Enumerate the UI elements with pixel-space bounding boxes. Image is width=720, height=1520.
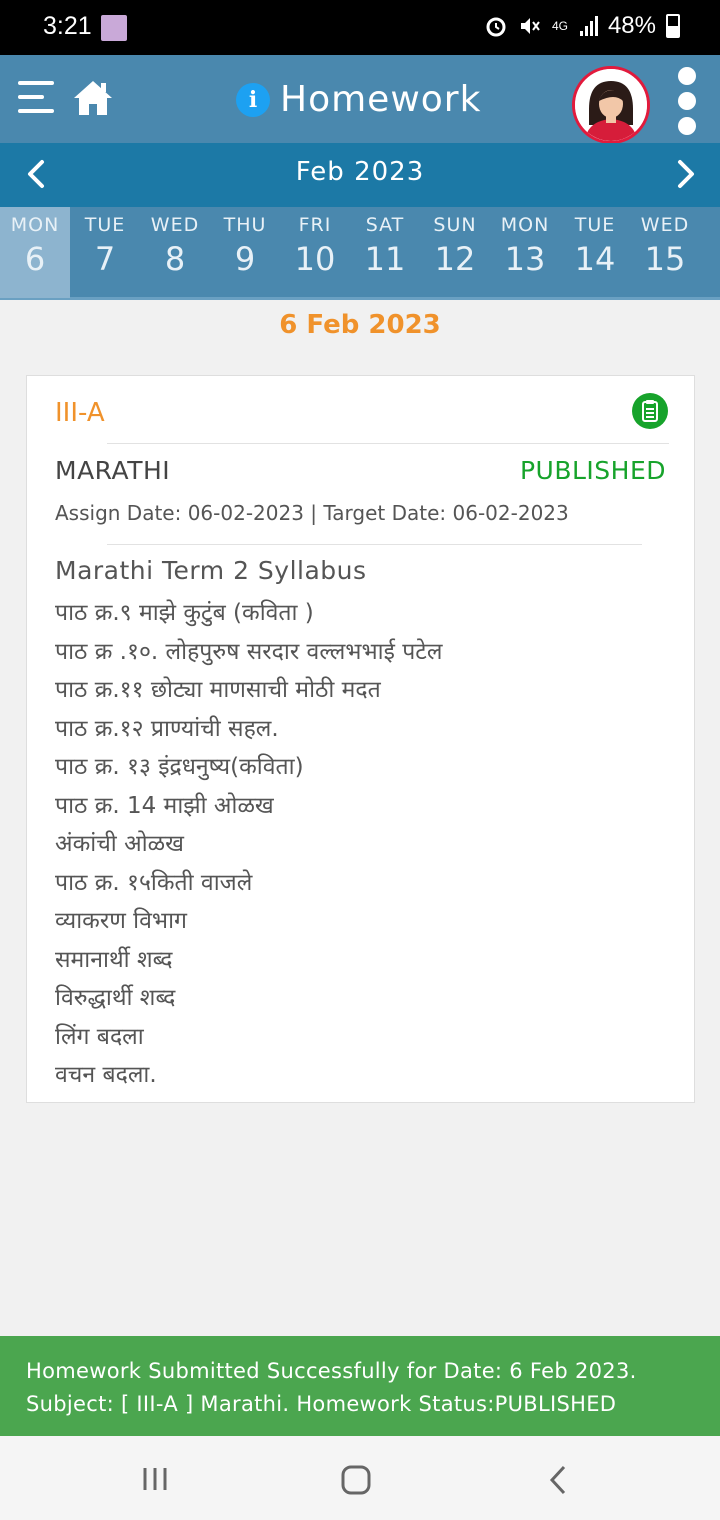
homework-line: पाठ क्र. १३ इंद्रधनुष्य(कविता) xyxy=(55,754,304,780)
menu-icon[interactable] xyxy=(18,79,58,119)
month-navigator: Feb 2023 xyxy=(0,143,720,207)
day-name: FRI xyxy=(298,214,332,236)
homework-line: वचन बदला. xyxy=(55,1062,157,1088)
day-cell[interactable]: WED 8 xyxy=(140,207,210,298)
success-toast: Homework Submitted Successfully for Date… xyxy=(0,1336,720,1436)
page-title-group: i Homework xyxy=(236,79,481,120)
day-cell[interactable]: FRI 10 xyxy=(280,207,350,298)
status-icons: 4G 48% xyxy=(484,12,680,40)
page-title: Homework xyxy=(280,79,482,120)
screen: { "status_bar": { "time": "3:21", "netwo… xyxy=(0,0,720,1520)
homework-line: पाठ क्र.९ माझे कुटुंब (कविता ) xyxy=(55,600,314,626)
day-number: 15 xyxy=(644,240,686,278)
recent-apps-icon[interactable] xyxy=(141,1466,169,1492)
alarm-icon xyxy=(486,17,506,37)
more-options-icon[interactable] xyxy=(678,65,696,135)
homework-line: व्याकरण विभाग xyxy=(55,908,187,934)
chevron-right-icon[interactable] xyxy=(670,159,700,189)
day-number: 7 xyxy=(94,240,116,278)
day-cell[interactable]: MON 13 xyxy=(490,207,560,298)
homework-line: समानार्थी शब्द xyxy=(55,946,173,973)
mute-icon xyxy=(520,18,540,34)
day-cell[interactable]: WED 15 xyxy=(630,207,700,298)
day-number: 11 xyxy=(364,240,406,278)
clipboard-icon[interactable] xyxy=(632,393,668,429)
day-cell[interactable]: THU 9 xyxy=(210,207,280,298)
app-notification-icon xyxy=(101,15,127,41)
day-number: 10 xyxy=(294,240,336,278)
day-number: 12 xyxy=(434,240,476,278)
subject-label: MARATHI xyxy=(55,456,171,485)
day-cell[interactable]: SUN 12 xyxy=(420,207,490,298)
homework-card[interactable]: III-A MARATHI PUBLISHED Assign Date: 06-… xyxy=(26,375,695,1103)
homework-description: Marathi Term 2 Syllabus पाठ क्र.९ माझे क… xyxy=(55,556,675,1095)
status-time: 3:21 xyxy=(43,12,92,40)
network-type: 4G xyxy=(551,19,568,33)
day-number: 13 xyxy=(504,240,546,278)
day-strip: MON 6 TUE 7 WED 8 THU 9 FRI 10 SAT 11 SUN 12 MON 13 TUE 1… xyxy=(0,207,720,300)
signal-icon xyxy=(579,16,598,36)
toast-line-2: Subject: [ III-A ] Marathi. Homework Sta… xyxy=(26,1392,617,1416)
day-cell[interactable]: MON 6 xyxy=(0,207,70,298)
homework-line: पाठ क्र. १५किती वाजले xyxy=(55,869,253,896)
day-name: TUE xyxy=(574,214,616,236)
divider xyxy=(107,443,669,444)
homework-line: लिंग बदला xyxy=(55,1023,144,1050)
toast-line-1: Homework Submitted Successfully for Date… xyxy=(26,1359,637,1383)
day-name: T xyxy=(700,214,720,236)
homework-line: पाठ क्र.१२ प्राण्यांची सहल. xyxy=(55,715,279,742)
day-name: TUE xyxy=(84,214,126,236)
day-cell[interactable]: T xyxy=(700,207,720,298)
battery-icon xyxy=(666,14,680,38)
day-name: WED xyxy=(150,214,200,236)
day-name: MON xyxy=(10,214,60,236)
user-avatar-icon xyxy=(575,69,647,141)
day-cell[interactable]: TUE 7 xyxy=(70,207,140,298)
homework-line: अंकांची ओळख xyxy=(55,831,184,857)
day-name: MON xyxy=(500,214,550,236)
app-header: i Homework xyxy=(0,55,720,144)
home-icon[interactable] xyxy=(72,79,114,117)
day-number: 6 xyxy=(24,240,46,278)
homework-heading: Marathi Term 2 Syllabus xyxy=(55,556,367,585)
day-name: SAT xyxy=(365,214,405,236)
day-name: THU xyxy=(223,214,267,236)
homework-line: पाठ क्र .१०. लोहपुरुष सरदार वल्लभभाई पटे… xyxy=(55,638,443,665)
day-number: 9 xyxy=(234,240,256,278)
home-nav-icon[interactable] xyxy=(340,1464,372,1496)
system-nav-bar xyxy=(0,1436,720,1520)
info-icon[interactable]: i xyxy=(236,82,270,117)
selected-date: 6 Feb 2023 xyxy=(279,310,441,340)
homework-line: पाठ क्र. 14 माझी ओळख xyxy=(55,792,274,819)
day-number: 8 xyxy=(164,240,186,278)
day-name: WED xyxy=(640,214,690,236)
divider xyxy=(107,544,642,545)
month-label: Feb 2023 xyxy=(295,157,425,187)
status-bar: 3:21 4G 48% xyxy=(0,0,720,55)
day-cell[interactable]: SAT 11 xyxy=(350,207,420,298)
status-badge: PUBLISHED xyxy=(519,456,666,485)
day-name: SUN xyxy=(433,214,477,236)
day-cell[interactable]: TUE 14 xyxy=(560,207,630,298)
battery-percent: 48% xyxy=(607,12,656,39)
avatar[interactable] xyxy=(572,66,650,144)
day-number: 14 xyxy=(574,240,616,278)
back-icon[interactable] xyxy=(546,1464,570,1496)
assign-target-dates: Assign Date: 06-02-2023 | Target Date: 0… xyxy=(55,501,569,525)
homework-line: विरुद्धार्थी शब्द xyxy=(55,985,176,1011)
class-label: III-A xyxy=(55,398,105,428)
homework-line: पाठ क्र.११ छोट्या माणसाची मोठी मदत xyxy=(55,677,381,703)
